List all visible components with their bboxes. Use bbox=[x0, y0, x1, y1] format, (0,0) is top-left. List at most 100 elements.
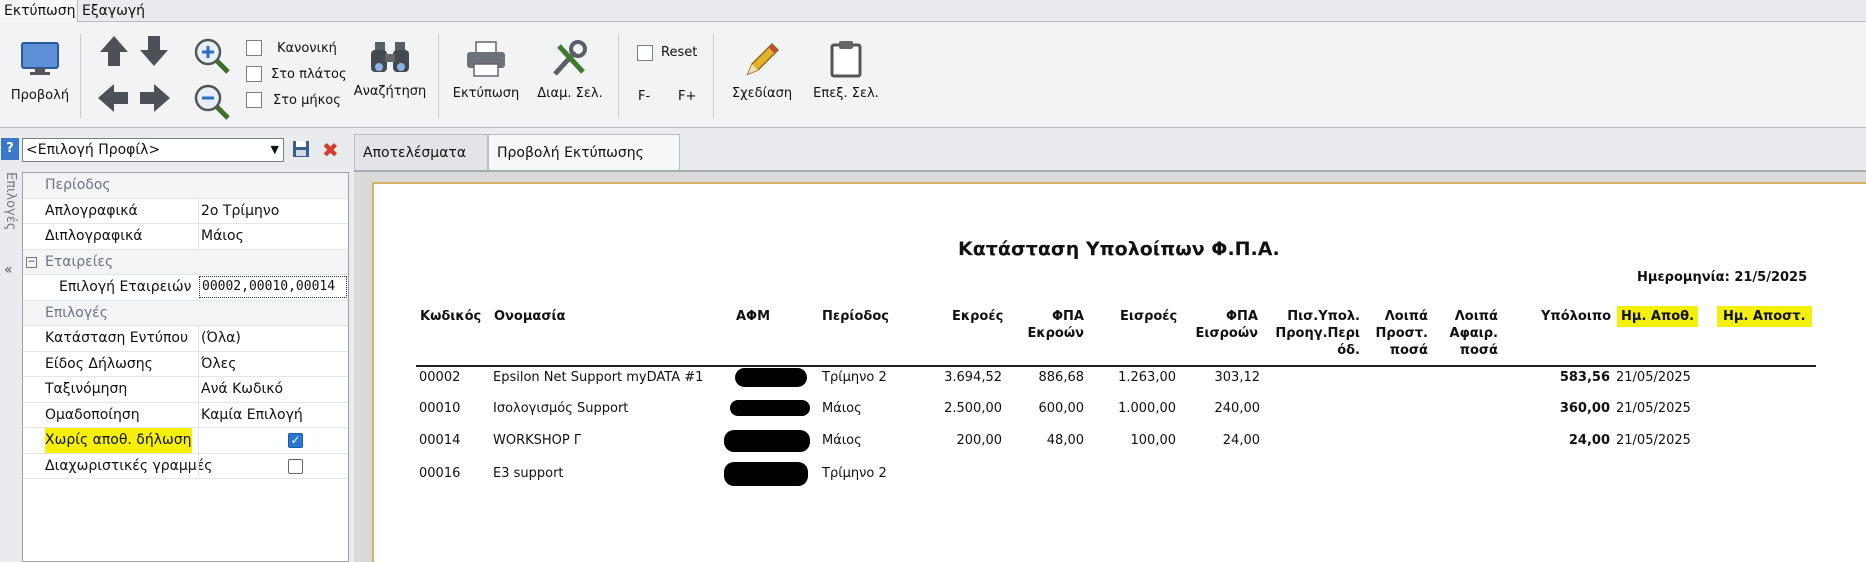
arrow-right-icon[interactable] bbox=[138, 82, 172, 114]
row2-period: Μάιος bbox=[822, 401, 862, 416]
row-without-saved-declaration[interactable]: Χωρίς αποθ. δήλωση ✓ bbox=[23, 428, 348, 454]
row2-outflows: 2.500,00 bbox=[944, 401, 1002, 416]
tab-results[interactable]: Αποτελέσματα bbox=[354, 134, 488, 170]
row-double-books[interactable]: Διπλογραφικά Μάιος bbox=[23, 224, 348, 250]
printer-icon bbox=[467, 41, 505, 77]
profile-select[interactable]: <Επιλογή Προφίλ> ▼ bbox=[22, 138, 284, 162]
declaration-type-value[interactable]: Όλες bbox=[201, 352, 236, 377]
help-icon[interactable]: ? bbox=[1, 138, 19, 160]
row2-vat-out: 600,00 bbox=[1038, 401, 1085, 416]
arrow-up-icon[interactable] bbox=[98, 34, 130, 68]
search-button[interactable]: Αναζήτηση bbox=[352, 40, 428, 120]
row3-inflows: 100,00 bbox=[1130, 433, 1177, 448]
zoom-out-icon[interactable] bbox=[192, 82, 232, 122]
row1-name: Epsilon Net Support myDATA #1 bbox=[493, 370, 704, 385]
clipboard-icon bbox=[830, 41, 862, 78]
delete-icon[interactable]: ✖ bbox=[322, 138, 339, 162]
row4-code: 00016 bbox=[419, 466, 461, 481]
row1-saved: 21/05/2025 bbox=[1616, 370, 1691, 385]
reset-button[interactable]: Reset bbox=[661, 45, 697, 60]
col-vat-inflows: ΦΠΑ Εισροών bbox=[1195, 309, 1258, 341]
report-date: Ημερομηνία: 21/5/2025 bbox=[1637, 270, 1808, 285]
row1-outflows: 3.694,52 bbox=[944, 370, 1002, 385]
col-name: Ονομασία bbox=[494, 309, 566, 324]
reset-icon[interactable] bbox=[637, 45, 653, 61]
tab-print[interactable]: Εκτύπωση bbox=[0, 0, 78, 23]
page-setup-label: Διαμ. Σελ. bbox=[537, 86, 603, 101]
col-other-subtractions: Λοιπά Αφαιρ. ποσά bbox=[1449, 309, 1498, 358]
row1-afm-redacted bbox=[735, 368, 807, 387]
collapse-minus-icon[interactable]: − bbox=[26, 256, 37, 268]
design-label: Σχεδίαση bbox=[731, 86, 793, 101]
report-title: Κατάσταση Υπολοίπων Φ.Π.Α. bbox=[958, 238, 1280, 260]
row3-saved: 21/05/2025 bbox=[1616, 433, 1691, 448]
row-sorting[interactable]: Ταξινόμηση Ανά Κωδικό bbox=[23, 377, 348, 403]
category-options: Επιλογές bbox=[23, 300, 348, 326]
save-icon[interactable] bbox=[292, 140, 310, 160]
row3-balance: 24,00 bbox=[1568, 433, 1610, 448]
row-grouping[interactable]: Ομαδοποίηση Καμία Επιλογή bbox=[23, 402, 348, 428]
options-side-label[interactable]: Επιλογές bbox=[3, 172, 18, 230]
view-button[interactable]: Προβολή bbox=[8, 36, 72, 122]
zoom-length-button[interactable]: Στο μήκος bbox=[273, 93, 341, 108]
design-button[interactable]: Σχεδίαση bbox=[724, 40, 800, 120]
simple-books-value[interactable]: 2ο Τρίμηνο bbox=[201, 199, 279, 224]
tab-print-preview[interactable]: Προβολή Εκτύπωσης bbox=[488, 134, 680, 170]
edit-page-label: Επεξ. Σελ. bbox=[813, 86, 879, 101]
row2-vat-in: 240,00 bbox=[1214, 401, 1261, 416]
row3-afm-redacted bbox=[724, 430, 810, 452]
row-declaration-type[interactable]: Είδος Δήλωσης Όλες bbox=[23, 351, 348, 377]
arrow-down-icon[interactable] bbox=[138, 34, 170, 68]
page-width-icon[interactable] bbox=[246, 66, 262, 82]
collapse-panel-icon[interactable]: « bbox=[4, 262, 13, 278]
sorting-value[interactable]: Ανά Κωδικό bbox=[201, 377, 283, 402]
zoom-width-button[interactable]: Στο πλάτος bbox=[271, 67, 347, 82]
zoom-normal-button[interactable]: Κανονική bbox=[277, 41, 337, 56]
font-decrease-button[interactable]: F- bbox=[638, 89, 650, 104]
category-period: Περίοδος bbox=[23, 173, 348, 199]
monitor-icon bbox=[21, 42, 59, 75]
zoom-in-icon[interactable] bbox=[192, 36, 232, 76]
category-companies[interactable]: − Εταιρείες bbox=[23, 249, 348, 275]
form-status-value[interactable]: (Όλα) bbox=[201, 326, 241, 351]
col-code: Κωδικός bbox=[420, 309, 482, 324]
row1-period: Τρίμηνο 2 bbox=[822, 370, 887, 385]
page-normal-icon[interactable] bbox=[246, 40, 262, 56]
row3-outflows: 200,00 bbox=[956, 433, 1003, 448]
col-other-additions: Λοιπά Προστ. ποσά bbox=[1375, 309, 1428, 358]
page-length-icon[interactable] bbox=[246, 92, 262, 108]
separator-lines-checkbox[interactable] bbox=[288, 458, 303, 474]
print-button[interactable]: Εκτύπωση bbox=[446, 40, 526, 120]
col-afm: ΑΦΜ bbox=[736, 309, 771, 324]
row1-code: 00002 bbox=[419, 370, 461, 385]
row2-code: 00010 bbox=[419, 401, 461, 416]
font-increase-button[interactable]: F+ bbox=[678, 89, 696, 104]
row2-saved: 21/05/2025 bbox=[1616, 401, 1691, 416]
edit-page-button[interactable]: Επεξ. Σελ. bbox=[806, 40, 886, 120]
row-separator-lines[interactable]: Διαχωριστικές γραμμές bbox=[23, 453, 348, 479]
page-setup-button[interactable]: Διαμ. Σελ. bbox=[532, 40, 608, 120]
tab-export[interactable]: Εξαγωγή bbox=[78, 0, 158, 22]
row4-period: Τρίμηνο 2 bbox=[822, 466, 887, 481]
row3-vat-out: 48,00 bbox=[1046, 433, 1084, 448]
grouping-value[interactable]: Καμία Επιλογή bbox=[201, 403, 303, 428]
row1-vat-in: 303,12 bbox=[1214, 370, 1261, 385]
without-saved-declaration-checkbox[interactable]: ✓ bbox=[288, 433, 303, 448]
arrow-left-icon[interactable] bbox=[96, 82, 130, 114]
company-selection-field[interactable]: 00002,00010,00014 bbox=[199, 276, 347, 298]
pencil-icon bbox=[746, 42, 780, 76]
row4-name: E3 support bbox=[493, 466, 564, 481]
view-label: Προβολή bbox=[10, 88, 70, 103]
tools-icon bbox=[553, 40, 587, 76]
header-rule bbox=[416, 365, 1816, 367]
row-form-status[interactable]: Κατάσταση Εντύπου (Όλα) bbox=[23, 326, 348, 352]
row-simple-books[interactable]: Απλογραφικά 2ο Τρίμηνο bbox=[23, 198, 348, 224]
col-vat-outflows: ΦΠΑ Εκροών bbox=[1027, 309, 1084, 341]
double-books-value[interactable]: Μάιος bbox=[201, 224, 244, 249]
print-label: Εκτύπωση bbox=[452, 86, 520, 101]
row1-vat-out: 886,68 bbox=[1038, 370, 1085, 385]
row2-name: Ισολογισμός Support bbox=[493, 401, 629, 416]
row2-afm-redacted bbox=[730, 400, 810, 416]
col-outflows: Εκροές bbox=[952, 309, 1004, 324]
row-company-selection[interactable]: Επιλογή Εταιρειών 00002,00010,00014 bbox=[23, 275, 348, 301]
